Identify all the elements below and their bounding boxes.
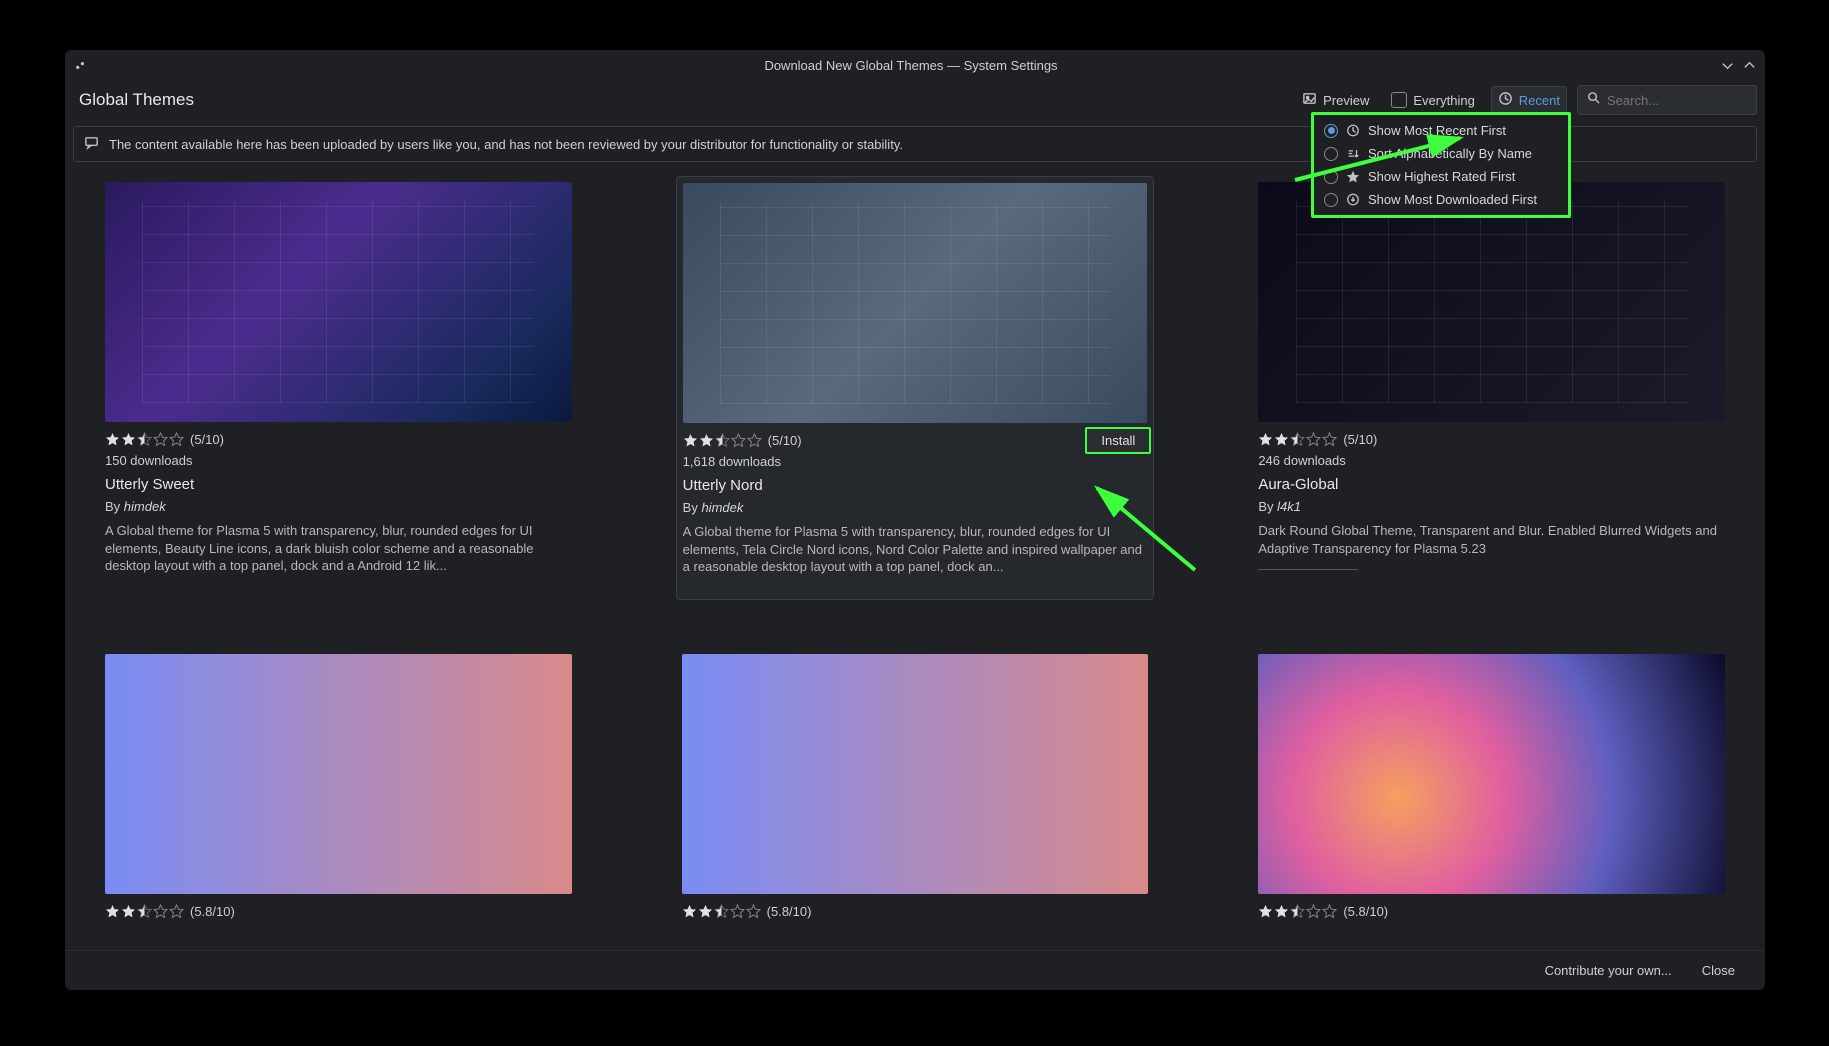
everything-toggle[interactable]: Everything <box>1385 88 1480 112</box>
sort-recent-button[interactable]: Recent <box>1491 86 1567 114</box>
theme-thumbnail <box>105 654 572 894</box>
preview-label: Preview <box>1323 93 1369 108</box>
everything-label: Everything <box>1413 93 1474 108</box>
rating-text: (5/10) <box>768 433 802 448</box>
close-button[interactable]: Close <box>1702 963 1735 978</box>
search-input[interactable] <box>1607 93 1748 108</box>
theme-description: A Global theme for Plasma 5 with transpa… <box>683 523 1148 576</box>
rating-text: (5/10) <box>1343 432 1377 447</box>
content-grid: (5/10) 150 downloads Utterly Sweet By hi… <box>65 168 1765 950</box>
rating-text: (5/10) <box>190 432 224 447</box>
sort-option-alpha[interactable]: Sort Alphabetically By Name <box>1318 142 1564 165</box>
checkbox-icon <box>1391 92 1407 108</box>
window: Download New Global Themes — System Sett… <box>65 50 1765 990</box>
comment-icon <box>84 135 99 153</box>
theme-author: By himdek <box>105 499 572 514</box>
sort-label: Sort Alphabetically By Name <box>1368 146 1532 161</box>
theme-card[interactable]: (5.8/10) <box>1258 654 1725 936</box>
theme-card[interactable]: (5/10) 246 downloads Aura-Global By l4k1… <box>1258 182 1725 594</box>
sort-dropdown: Show Most Recent First Sort Alphabetical… <box>1311 112 1571 218</box>
sort-option-downloaded[interactable]: Show Most Downloaded First <box>1318 188 1564 211</box>
info-text: The content available here has been uplo… <box>109 137 903 152</box>
rating-stars <box>1258 432 1337 447</box>
rating-text: (5.8/10) <box>1343 904 1388 919</box>
theme-name: Utterly Sweet <box>105 476 572 493</box>
titlebar: Download New Global Themes — System Sett… <box>65 50 1765 80</box>
download-count: 1,618 downloads <box>683 454 1148 469</box>
divider <box>1258 569 1358 570</box>
theme-description: A Global theme for Plasma 5 with transpa… <box>105 522 572 575</box>
theme-card[interactable]: (5/10) 150 downloads Utterly Sweet By hi… <box>105 182 572 594</box>
sort-option-rated[interactable]: Show Highest Rated First <box>1318 165 1564 188</box>
collapse-icon[interactable] <box>1719 57 1735 73</box>
theme-author: By l4k1 <box>1258 499 1725 514</box>
theme-thumbnail <box>682 654 1149 894</box>
theme-author: By himdek <box>683 500 1148 515</box>
sort-label: Show Highest Rated First <box>1368 169 1515 184</box>
radio-icon <box>1324 147 1338 161</box>
image-icon <box>1302 91 1317 109</box>
theme-card[interactable]: (5.8/10) <box>105 654 572 936</box>
download-count: 150 downloads <box>105 453 572 468</box>
preview-toggle[interactable]: Preview <box>1296 87 1375 113</box>
download-count: 246 downloads <box>1258 453 1725 468</box>
theme-card[interactable]: Install (5/10) 1,618 downloads Utterly N… <box>676 176 1155 600</box>
contribute-link[interactable]: Contribute your own... <box>1545 963 1672 978</box>
theme-thumbnail <box>683 183 1148 423</box>
theme-description: Dark Round Global Theme, Transparent and… <box>1258 522 1725 557</box>
theme-thumbnail <box>105 182 572 422</box>
search-box[interactable] <box>1577 85 1757 115</box>
theme-name: Aura-Global <box>1258 476 1725 493</box>
rating-stars <box>682 904 761 919</box>
rating-text: (5.8/10) <box>190 904 235 919</box>
window-title: Download New Global Themes — System Sett… <box>103 58 1719 73</box>
recent-label: Recent <box>1519 93 1560 108</box>
sort-label: Show Most Downloaded First <box>1368 192 1537 207</box>
rating-stars <box>683 433 762 448</box>
clock-icon <box>1498 91 1513 109</box>
sort-option-recent[interactable]: Show Most Recent First <box>1318 119 1564 142</box>
theme-card[interactable]: (5.8/10) <box>682 654 1149 936</box>
theme-thumbnail <box>1258 654 1725 894</box>
install-button[interactable]: Install <box>1085 427 1151 454</box>
theme-name: Utterly Nord <box>683 477 1148 494</box>
radio-icon <box>1324 124 1338 138</box>
radio-icon <box>1324 170 1338 184</box>
star-icon <box>1346 170 1360 184</box>
rating-stars <box>105 432 184 447</box>
rating-stars <box>1258 904 1337 919</box>
app-menu-icon[interactable] <box>73 57 89 73</box>
rating-text: (5.8/10) <box>767 904 812 919</box>
sort-label: Show Most Recent First <box>1368 123 1506 138</box>
search-icon <box>1586 90 1601 110</box>
download-icon <box>1346 193 1360 207</box>
sort-az-icon <box>1346 147 1360 161</box>
page-title: Global Themes <box>73 90 1286 110</box>
radio-icon <box>1324 193 1338 207</box>
footer: Contribute your own... Close <box>65 950 1765 990</box>
clock-icon <box>1346 124 1360 138</box>
theme-thumbnail <box>1258 182 1725 422</box>
expand-icon[interactable] <box>1741 57 1757 73</box>
rating-stars <box>105 904 184 919</box>
